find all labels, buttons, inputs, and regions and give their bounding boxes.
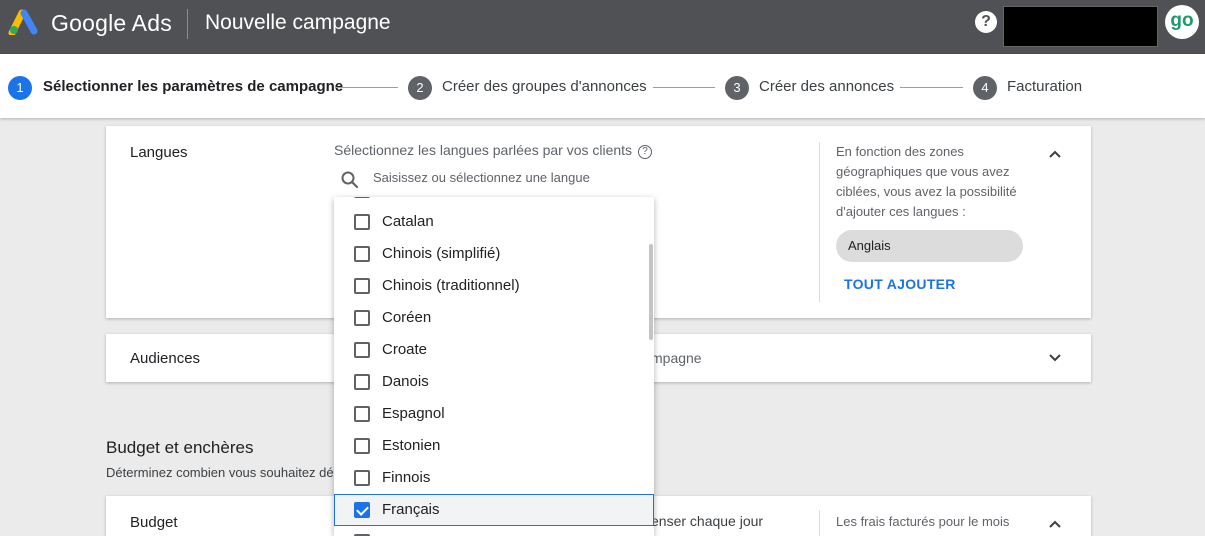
step-2-number[interactable]: 2 [408, 76, 432, 100]
step-3-label[interactable]: Créer des annonces [759, 78, 894, 95]
language-label: Coréen [382, 309, 432, 326]
list-item[interactable]: Estonien [334, 430, 654, 462]
checkbox[interactable] [354, 278, 370, 294]
add-all-button[interactable]: TOUT AJOUTER [844, 276, 956, 292]
language-dropdown-list[interactable]: Catalan Chinois (simplifié) Chinois (tra… [334, 197, 654, 536]
account-info-redacted[interactable] [1003, 6, 1158, 47]
list-item[interactable]: Chinois (traditionnel) [334, 270, 654, 302]
checkbox[interactable] [354, 310, 370, 326]
list-item[interactable]: Espagnol [334, 398, 654, 430]
header-divider [187, 9, 188, 39]
budget-section-title: Budget et enchères [106, 438, 254, 457]
chevron-up-icon[interactable] [1049, 518, 1061, 530]
language-label: Chinois (simplifié) [382, 245, 501, 262]
checkbox[interactable] [354, 406, 370, 422]
step-connector [653, 87, 715, 88]
step-connector [900, 87, 963, 88]
language-label: Chinois (traditionnel) [382, 277, 520, 294]
list-item[interactable] [334, 526, 654, 536]
help-icon[interactable]: ? [975, 11, 997, 33]
budget-prompt: enser chaque jour [651, 513, 764, 529]
side-divider [819, 510, 820, 536]
audiences-summary: mpagne [651, 350, 702, 366]
list-item[interactable]: Chinois (simplifié) [334, 238, 654, 270]
checkbox[interactable] [354, 214, 370, 230]
help-icon[interactable]: ? [638, 145, 653, 159]
campaign-stepper: 1 Sélectionner les paramètres de campagn… [0, 54, 1205, 118]
checkbox[interactable] [354, 438, 370, 454]
language-label: Estonien [382, 437, 441, 454]
avatar[interactable]: go [1165, 5, 1199, 39]
budget-section-subtitle: Déterminez combien vous souhaitez dé [106, 465, 334, 480]
step-2-label[interactable]: Créer des groupes d'annonces [442, 78, 647, 95]
step-4-label[interactable]: Facturation [1007, 78, 1082, 95]
budget-title: Budget [130, 514, 178, 531]
top-bar: Google Ads Nouvelle campagne ? go [0, 0, 1205, 54]
list-item[interactable]: Croate [334, 334, 654, 366]
google-ads-logo-icon[interactable] [8, 9, 40, 35]
language-search-input[interactable] [373, 170, 673, 185]
budget-side-text: Les frais facturés pour le mois [836, 514, 1010, 529]
language-label: Croate [382, 341, 428, 358]
step-3-number[interactable]: 3 [725, 76, 749, 100]
step-1-label[interactable]: Sélectionner les paramètres de campagne [43, 78, 343, 95]
languages-prompt: Sélectionnez les langues parlées par vos… [334, 142, 653, 159]
checkbox-checked[interactable] [354, 502, 370, 518]
list-item[interactable]: Danois [334, 366, 654, 398]
chevron-up-icon[interactable] [1049, 148, 1061, 160]
languages-title: Langues [130, 144, 188, 161]
step-connector [335, 87, 398, 88]
language-label: Danois [382, 373, 429, 390]
language-label: Finnois [382, 469, 431, 486]
checkbox[interactable] [354, 197, 370, 198]
language-label: Français [382, 501, 440, 518]
step-1-number[interactable]: 1 [8, 76, 32, 100]
language-label: Espagnol [382, 405, 445, 422]
step-4-number[interactable]: 4 [973, 76, 997, 100]
checkbox[interactable] [354, 374, 370, 390]
list-item[interactable]: Catalan [334, 206, 654, 238]
search-icon [341, 171, 359, 189]
checkbox[interactable] [354, 246, 370, 262]
audiences-title: Audiences [130, 350, 201, 367]
list-item[interactable]: Coréen [334, 302, 654, 334]
checkbox[interactable] [354, 470, 370, 486]
suggested-language-chip[interactable]: Anglais [836, 230, 1023, 262]
page-title: Nouvelle campagne [205, 11, 391, 34]
brand-name: Google Ads [51, 10, 172, 36]
checkbox[interactable] [354, 342, 370, 358]
languages-prompt-text: Sélectionnez les langues parlées par vos… [334, 142, 633, 158]
side-divider [819, 142, 820, 302]
list-item-selected[interactable]: Français [334, 494, 654, 526]
language-label: Catalan [382, 213, 434, 230]
chevron-down-icon[interactable] [1049, 352, 1061, 364]
list-item[interactable] [334, 197, 654, 206]
list-item[interactable]: Finnois [334, 462, 654, 494]
dropdown-scrollbar[interactable] [649, 244, 653, 340]
language-suggestion-text: En fonction des zones géographiques que … [836, 144, 1017, 219]
